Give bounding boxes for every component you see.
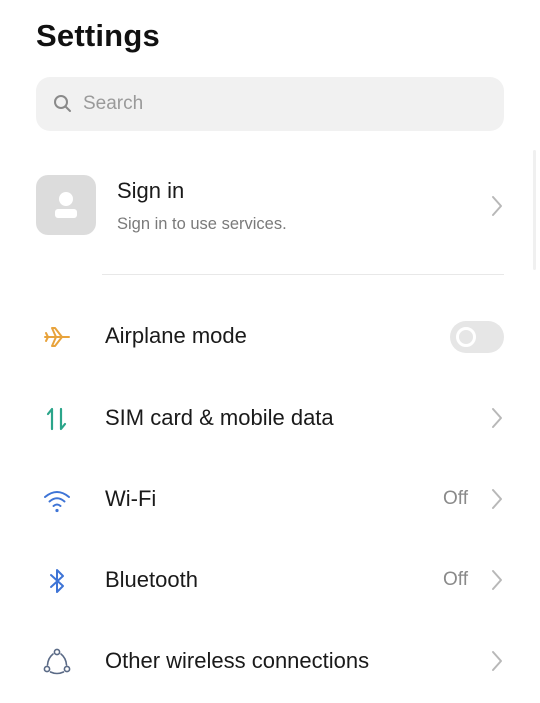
airplane-mode-toggle[interactable]: [450, 321, 504, 353]
wifi-label: Wi-Fi: [105, 486, 157, 511]
sim-card-mobile-data-row[interactable]: SIM card & mobile data: [0, 388, 540, 448]
person-icon: [55, 192, 77, 218]
airplane-mode-label: Airplane mode: [105, 323, 247, 348]
wireless-connections-icon: [43, 648, 71, 675]
airplane-icon: [44, 327, 70, 347]
wifi-row[interactable]: Wi-Fi Off: [0, 469, 540, 529]
chevron-right-icon: [492, 196, 502, 216]
bluetooth-row[interactable]: Bluetooth Off: [0, 550, 540, 610]
search-input[interactable]: Search: [36, 77, 504, 131]
divider: [102, 274, 504, 275]
sign-in-title: Sign in: [117, 178, 185, 203]
wifi-status: Off: [443, 488, 468, 509]
bluetooth-status: Off: [443, 569, 468, 590]
avatar: [36, 175, 96, 235]
search-icon: [52, 93, 74, 115]
chevron-right-icon: [492, 651, 502, 671]
search-placeholder: Search: [83, 93, 144, 114]
scrollbar: [533, 150, 536, 270]
other-wireless-connections-label: Other wireless connections: [105, 648, 370, 673]
sign-in-subtitle: Sign in to use services.: [117, 215, 287, 233]
sim-data-icon: [46, 407, 67, 431]
wifi-icon: [44, 491, 70, 513]
airplane-mode-row[interactable]: Airplane mode: [0, 306, 540, 366]
toggle-knob: [456, 327, 476, 347]
bluetooth-icon: [50, 569, 64, 593]
sim-card-mobile-data-label: SIM card & mobile data: [105, 405, 334, 430]
chevron-right-icon: [492, 489, 502, 509]
page-title: Settings: [36, 18, 160, 53]
bluetooth-label: Bluetooth: [105, 567, 198, 592]
chevron-right-icon: [492, 408, 502, 428]
sign-in-row[interactable]: Sign in Sign in to use services.: [36, 172, 504, 242]
other-wireless-connections-row[interactable]: Other wireless connections: [0, 631, 540, 691]
chevron-right-icon: [492, 570, 502, 590]
